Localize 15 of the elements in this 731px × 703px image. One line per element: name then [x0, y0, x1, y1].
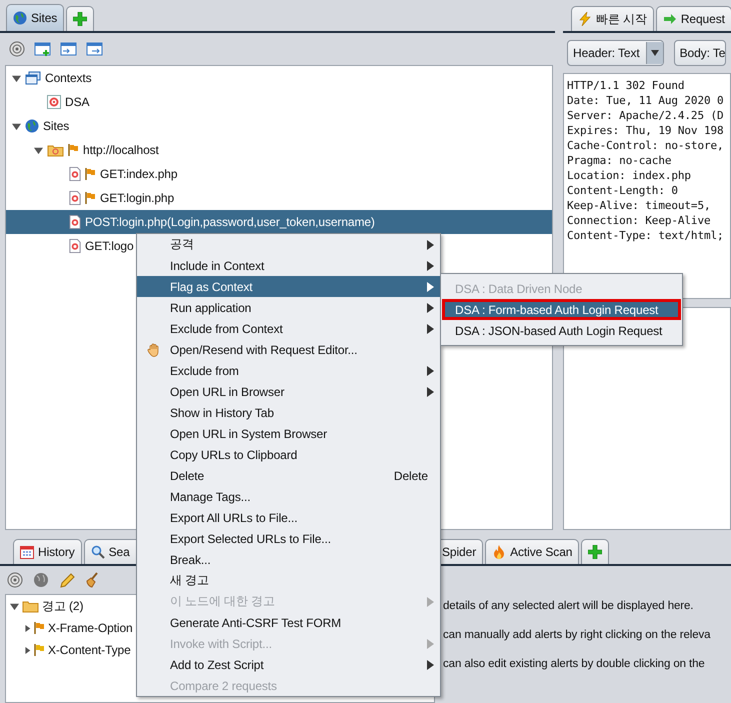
header-line: Connection: Keep-Alive — [567, 213, 712, 228]
header-line: Date: Tue, 11 Aug 2020 0 — [567, 93, 725, 108]
alert-detail-text: details of any selected alert will be displayed here. — [443, 600, 694, 612]
shortcut-text: Delete — [394, 468, 428, 482]
header-line: Pragma: no-cache — [567, 153, 672, 168]
header-line: Cache-Control: no-store, — [567, 138, 725, 153]
header-line: Expires: Thu, 19 Nov 198 — [567, 123, 725, 138]
alert-detail-text: can also edit existing alerts by double clicking on the — [443, 658, 706, 670]
header-line: Keep-Alive: timeout=5, — [567, 198, 712, 213]
header-line: Location: index.php — [567, 168, 692, 183]
header-line: HTTP/1.1 302 Found — [567, 78, 686, 93]
header-line: Content-Length: 0 — [567, 183, 679, 198]
header-line: Content-Type: text/html; — [567, 228, 725, 243]
alert-detail-text: can manually add alerts by right clicking on the releva — [443, 629, 712, 641]
header-line: Server: Apache/2.4.25 (D — [567, 108, 725, 123]
